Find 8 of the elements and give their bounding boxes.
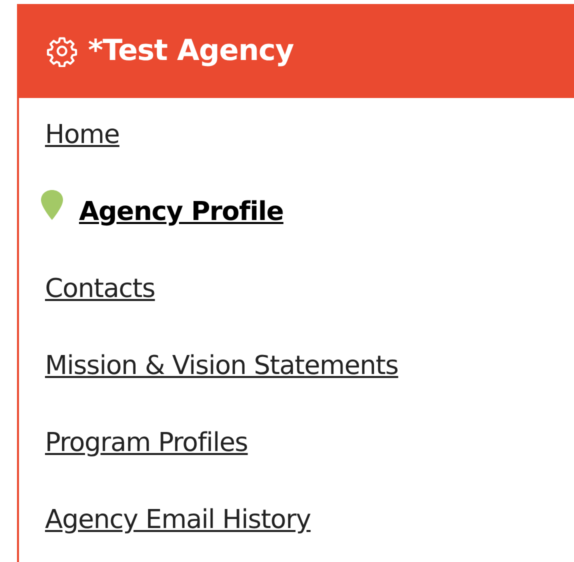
nav-link[interactable]: Mission & Vision Statements [45, 347, 398, 386]
nav-link[interactable]: Agency Email History [45, 501, 311, 540]
settings-icon [46, 35, 78, 67]
nav-link[interactable]: Contacts [45, 270, 155, 309]
nav-link[interactable]: Home [45, 116, 120, 155]
agency-title: *Test Agency [88, 32, 294, 70]
nav-link[interactable]: Agency Profile [79, 193, 284, 232]
nav-link[interactable]: Program Profiles [45, 424, 248, 463]
